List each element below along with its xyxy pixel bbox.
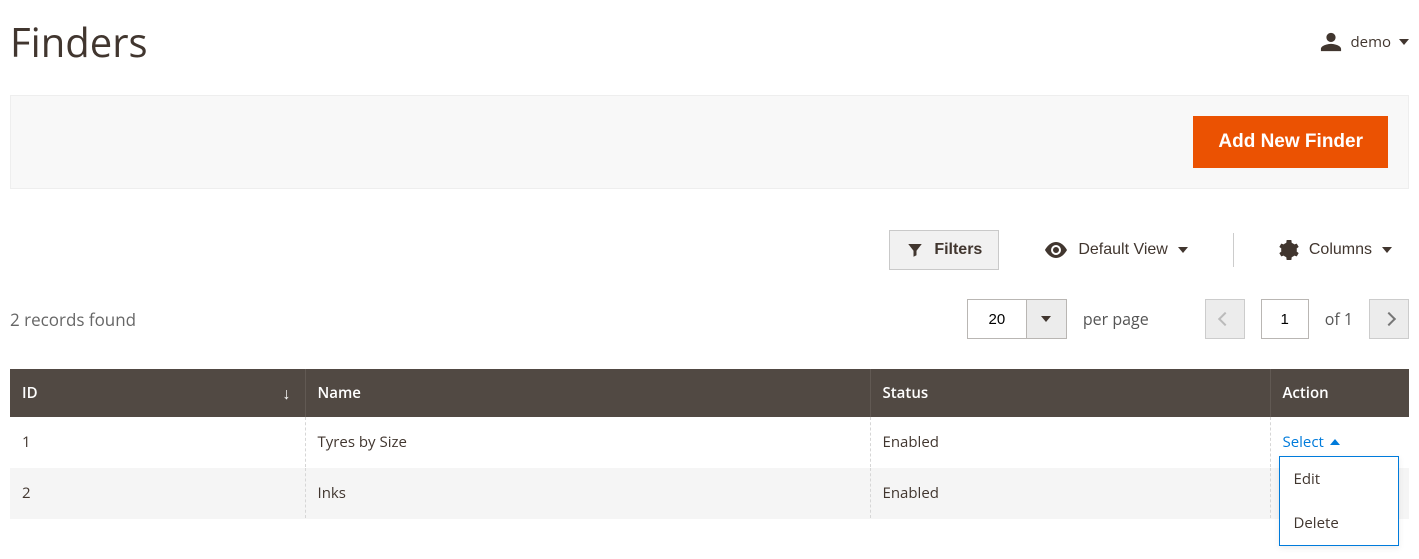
column-header-action: Action (1270, 369, 1409, 417)
gear-icon (1279, 240, 1299, 260)
column-header-status-label: Status (883, 383, 929, 403)
per-page-input[interactable] (968, 300, 1026, 338)
filters-label: Filters (934, 241, 982, 259)
sort-desc-icon: ↓ (283, 382, 291, 404)
chevron-up-icon (1330, 439, 1340, 445)
prev-page-button[interactable] (1205, 299, 1245, 339)
per-page-selector (967, 299, 1067, 339)
row-action-menu: Edit Delete (1279, 456, 1399, 546)
chevron-down-icon (1041, 316, 1051, 322)
funnel-icon (906, 241, 924, 259)
chevron-down-icon (1382, 247, 1392, 253)
finders-grid: ID ↓ Name Status Action 1 Tyres by Size … (10, 369, 1409, 519)
user-icon (1320, 31, 1342, 53)
columns-label: Columns (1309, 241, 1372, 259)
cell-name: Tyres by Size (305, 417, 870, 468)
chevron-down-icon (1178, 247, 1188, 253)
eye-icon (1044, 241, 1068, 259)
filters-button[interactable]: Filters (889, 230, 999, 270)
column-header-name-label: Name (318, 383, 361, 403)
cell-status: Enabled (870, 417, 1270, 468)
user-label: demo (1350, 32, 1391, 52)
per-page-dropdown-button[interactable] (1026, 300, 1066, 338)
view-label: Default View (1078, 241, 1168, 259)
row-action-select-label: Select (1283, 432, 1324, 452)
column-header-id-label: ID (22, 383, 38, 403)
grid-toolbar: Filters Default View Columns (10, 229, 1409, 271)
page-title: Finders (10, 14, 148, 69)
cell-name: Inks (305, 468, 870, 519)
columns-button[interactable]: Columns (1262, 229, 1409, 271)
per-page-label: per page (1083, 308, 1149, 330)
action-bar: Add New Finder (10, 95, 1409, 189)
toolbar-separator (1233, 233, 1234, 267)
table-row: 1 Tyres by Size Enabled Select Edit Dele… (10, 417, 1409, 468)
page-total-label: of 1 (1325, 308, 1353, 330)
chevron-down-icon (1399, 39, 1409, 45)
cell-id: 1 (10, 417, 305, 468)
row-action-delete[interactable]: Delete (1280, 501, 1398, 545)
cell-status: Enabled (870, 468, 1270, 519)
column-header-action-label: Action (1283, 383, 1329, 403)
cell-id: 2 (10, 468, 305, 519)
default-view-button[interactable]: Default View (1027, 230, 1205, 270)
chevron-right-icon (1382, 312, 1396, 326)
chevron-left-icon (1218, 312, 1232, 326)
user-menu[interactable]: demo (1320, 31, 1409, 53)
records-found-label: 2 records found (10, 308, 136, 331)
table-row: 2 Inks Enabled (10, 468, 1409, 519)
column-header-status[interactable]: Status (870, 369, 1270, 417)
row-action-select[interactable]: Select Edit Delete (1283, 432, 1340, 452)
column-header-id[interactable]: ID ↓ (10, 369, 305, 417)
column-header-name[interactable]: Name (305, 369, 870, 417)
row-action-edit[interactable]: Edit (1280, 457, 1398, 501)
current-page-input[interactable] (1261, 299, 1309, 339)
next-page-button[interactable] (1369, 299, 1409, 339)
add-new-finder-button[interactable]: Add New Finder (1193, 116, 1388, 168)
